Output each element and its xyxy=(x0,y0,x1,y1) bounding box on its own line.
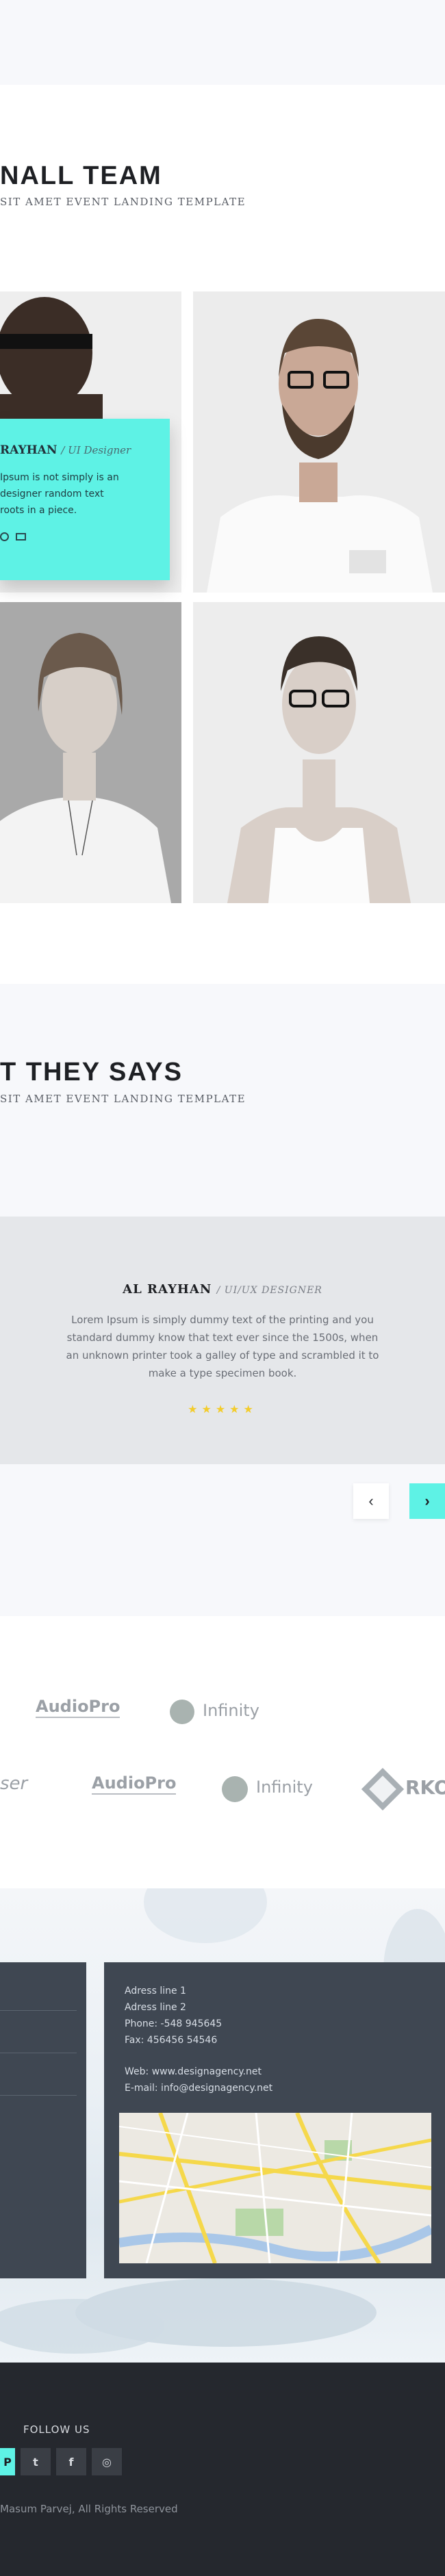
map-image xyxy=(119,2113,431,2263)
team-member-bio: Ipsum is not simply is an designer rando… xyxy=(0,469,157,519)
web-link[interactable]: Web: www.designagency.net xyxy=(125,2064,272,2080)
team-photo-4-image xyxy=(193,602,445,903)
address-line-1: Adress line 1 xyxy=(125,1986,186,1996)
facebook-glyph: f xyxy=(68,2455,74,2469)
dribbble-icon[interactable]: ◎ xyxy=(92,2448,122,2475)
copyright-text: Masum Parvej, All Rights Reserved xyxy=(0,2503,178,2515)
team-member-name: RAYHAN / UI Designer xyxy=(0,443,157,457)
team-member-social xyxy=(0,532,157,541)
contact-form-panel xyxy=(0,1962,86,2278)
bio-line: roots in a piece. xyxy=(0,505,77,516)
chevron-right-icon: › xyxy=(424,1492,430,1509)
dribbble-icon[interactable] xyxy=(0,532,9,541)
testimonial-prev-button[interactable]: ‹ xyxy=(353,1483,389,1519)
address-line-2: Adress line 2 xyxy=(125,2002,186,2013)
quote-line: standard dummy know that text ever since… xyxy=(66,1331,379,1344)
phone-text: Phone: -548 945645 xyxy=(125,2018,222,2029)
testimonial-author-name: AL RAYHAN xyxy=(123,1282,212,1297)
form-divider xyxy=(0,2010,77,2011)
team-photo-2-image xyxy=(193,291,445,593)
logo-audiopro: AudioPro xyxy=(36,1697,120,1718)
fax-text: Fax: 456456 54546 xyxy=(125,2035,218,2046)
mail-icon[interactable] xyxy=(16,533,26,541)
twitter-icon[interactable]: t xyxy=(21,2448,51,2475)
social-links: P t f ◎ xyxy=(0,2448,122,2475)
location-map[interactable] xyxy=(119,2113,431,2263)
logo-infinity: Infinity xyxy=(203,1701,259,1720)
dribbble-glyph: ◎ xyxy=(102,2455,112,2469)
chevron-left-icon: ‹ xyxy=(368,1492,374,1509)
twitter-glyph: t xyxy=(33,2455,38,2469)
quote-line: an unknown printer took a galley of type… xyxy=(66,1349,379,1362)
team-section-title: NALL TEAM xyxy=(0,161,162,190)
contact-info: Adress line 1 Adress line 2 Phone: -548 … xyxy=(125,1983,272,2096)
logo-infinity-2: Infinity xyxy=(256,1778,313,1797)
team-member-role: / UI Designer xyxy=(61,444,131,456)
logo-audiopro-2: AudioPro xyxy=(92,1773,177,1795)
email-link[interactable]: E-mail: info@designagency.net xyxy=(125,2080,272,2096)
top-section-band xyxy=(0,0,445,85)
pinterest-glyph: P xyxy=(3,2455,12,2469)
facebook-icon[interactable]: f xyxy=(56,2448,86,2475)
pinterest-icon[interactable]: P xyxy=(0,2448,15,2475)
infinity-logo-icon xyxy=(170,1700,194,1724)
quote-line: Lorem Ipsum is simply dummy text of the … xyxy=(71,1314,374,1326)
logo-partial: ser xyxy=(0,1773,28,1794)
team-photo-3[interactable] xyxy=(0,602,181,903)
team-member-hover-card[interactable]: RAYHAN / UI Designer Ipsum is not simply… xyxy=(0,419,170,580)
bio-line: designer random text xyxy=(0,489,104,499)
rating-stars: ★★★★★ xyxy=(188,1404,257,1416)
testimonial-author: AL RAYHAN / UI/UX DESIGNER xyxy=(0,1282,445,1297)
form-divider xyxy=(0,2095,77,2096)
testimonial-section-title: T THEY SAYS xyxy=(0,1058,183,1087)
quote-line: make a type specimen book. xyxy=(148,1367,297,1379)
testimonial-quote: Lorem Ipsum is simply dummy text of the … xyxy=(27,1311,418,1382)
rko-logo-icon xyxy=(361,1767,405,1811)
bio-line: Ipsum is not simply is an xyxy=(0,472,119,483)
team-section-subtitle: SIT AMET EVENT LANDING TEMPLATE xyxy=(0,196,246,208)
team-photo-2[interactable] xyxy=(193,291,445,593)
testimonial-next-button[interactable]: › xyxy=(409,1483,445,1519)
testimonial-author-role: / UI/UX DESIGNER xyxy=(216,1285,322,1296)
team-photo-3-image xyxy=(0,602,181,903)
team-member-name-text: RAYHAN xyxy=(0,443,58,457)
follow-us-label: FOLLOW US xyxy=(23,2423,90,2436)
testimonial-section-subtitle: SIT AMET EVENT LANDING TEMPLATE xyxy=(0,1093,246,1105)
team-photo-4[interactable] xyxy=(193,602,445,903)
infinity-logo-icon xyxy=(222,1776,248,1802)
logo-rko: RKO xyxy=(405,1776,445,1799)
